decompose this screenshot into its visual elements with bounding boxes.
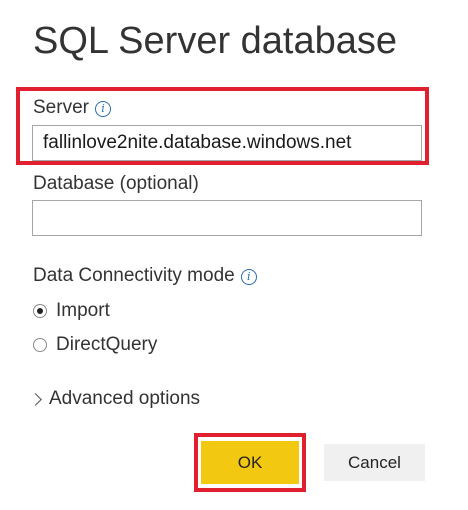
radio-import[interactable]: Import: [33, 300, 110, 322]
info-icon[interactable]: i: [94, 101, 111, 117]
database-label: Database (optional): [33, 173, 199, 194]
chevron-right-icon: [29, 392, 42, 406]
sql-server-database-dialog: SQL Server database Server i fallinlove2n…: [0, 0, 468, 510]
database-input[interactable]: [32, 200, 422, 236]
radio-button-checked[interactable]: [33, 304, 47, 318]
advanced-options-label: Advanced options: [49, 388, 201, 409]
radio-button-unchecked[interactable]: [33, 338, 47, 352]
server-label: Server: [33, 97, 89, 118]
connectivity-label: Data Connectivity mode: [33, 265, 235, 286]
advanced-options-toggle[interactable]: Advanced options: [29, 388, 201, 410]
ok-button[interactable]: OK: [201, 441, 299, 484]
cancel-button[interactable]: Cancel: [324, 444, 425, 481]
server-input[interactable]: fallinlove2nite.database.windows.net: [32, 125, 422, 161]
dialog-title: SQL Server database: [33, 20, 398, 62]
info-icon[interactable]: i: [240, 269, 257, 285]
server-label-row: Server i: [33, 97, 111, 119]
radio-directquery-label: DirectQuery: [56, 334, 158, 355]
radio-directquery[interactable]: DirectQuery: [33, 334, 157, 356]
radio-import-label: Import: [56, 300, 110, 321]
connectivity-label-row: Data Connectivity mode i: [33, 265, 257, 287]
